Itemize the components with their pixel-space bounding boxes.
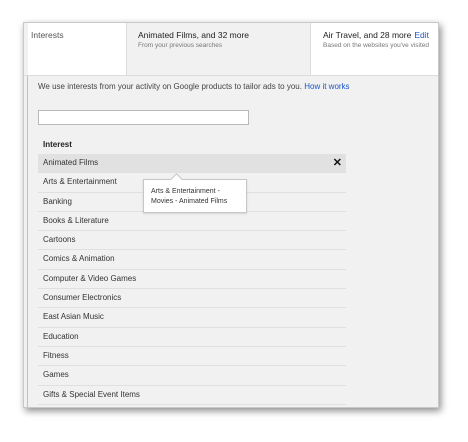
list-item-label: Arts & Entertainment [43,177,117,187]
interests-panel: Interests Animated Films, and 32 more Fr… [23,22,439,408]
list-item[interactable]: East Asian Music [38,308,346,328]
tab-interests-label: Interests [31,30,64,40]
left-border-line [27,23,28,407]
list-item-label: Education [43,331,79,341]
tab-travel-subtitle: Based on the websites you've visited [323,42,430,49]
tab-travel-title: Air Travel, and 28 more [323,30,412,40]
list-item-label: Books & Literature [43,215,109,225]
list-item-animated-films[interactable]: Animated Films ✕ [38,154,346,174]
remove-icon[interactable]: ✕ [333,154,342,172]
tab-films-subtitle: From your previous searches [138,42,223,49]
list-item[interactable]: Cartoons [38,231,346,251]
list-item[interactable]: Comics & Animation [38,250,346,270]
list-item-label: Computer & Video Games [43,273,137,283]
list-item-label: Animated Films [43,158,99,167]
list-item-label: Banking [43,196,72,206]
category-path-tooltip: Arts & Entertainment - Movies - Animated… [143,173,247,213]
tooltip-line-1: Arts & Entertainment - [151,188,220,195]
column-header-interest: Interest [43,140,72,149]
tab-interests[interactable]: Interests [28,23,127,75]
intro-text: We use interests from your activity on G… [38,82,302,91]
list-item[interactable]: Games [38,366,346,386]
list-item-label: Cartoons [43,235,76,245]
list-item-label: Gifts & Special Event Items [43,389,140,399]
tab-bar: Interests Animated Films, and 32 more Fr… [24,23,438,76]
list-item-label: Consumer Electronics [43,293,122,303]
list-item[interactable]: Gifts & Special Event Items [38,386,346,405]
edit-link[interactable]: Edit [414,30,429,40]
list-item[interactable]: Fitness [38,347,346,367]
list-item-label: East Asian Music [43,312,104,322]
list-item-label: Fitness [43,350,69,360]
list-item[interactable]: Education [38,328,346,347]
list-item[interactable]: Computer & Video Games [38,270,346,290]
list-item-label: Comics & Animation [43,254,115,264]
search-input[interactable] [38,110,249,125]
intro-text-block: We use interests from your activity on G… [38,82,350,91]
tab-air-travel[interactable]: Air Travel, and 28 more Edit Based on the… [310,23,438,75]
tab-animated-films[interactable]: Animated Films, and 32 more From your pr… [128,23,310,75]
tab-films-title: Animated Films, and 32 more [138,30,250,40]
list-item[interactable]: Consumer Electronics [38,289,346,309]
tooltip-line-2: Movies - Animated Films [151,198,228,205]
how-it-works-link[interactable]: How it works [304,82,349,91]
list-item[interactable]: Books & Literature [38,212,346,232]
list-item-label: Games [43,370,69,380]
